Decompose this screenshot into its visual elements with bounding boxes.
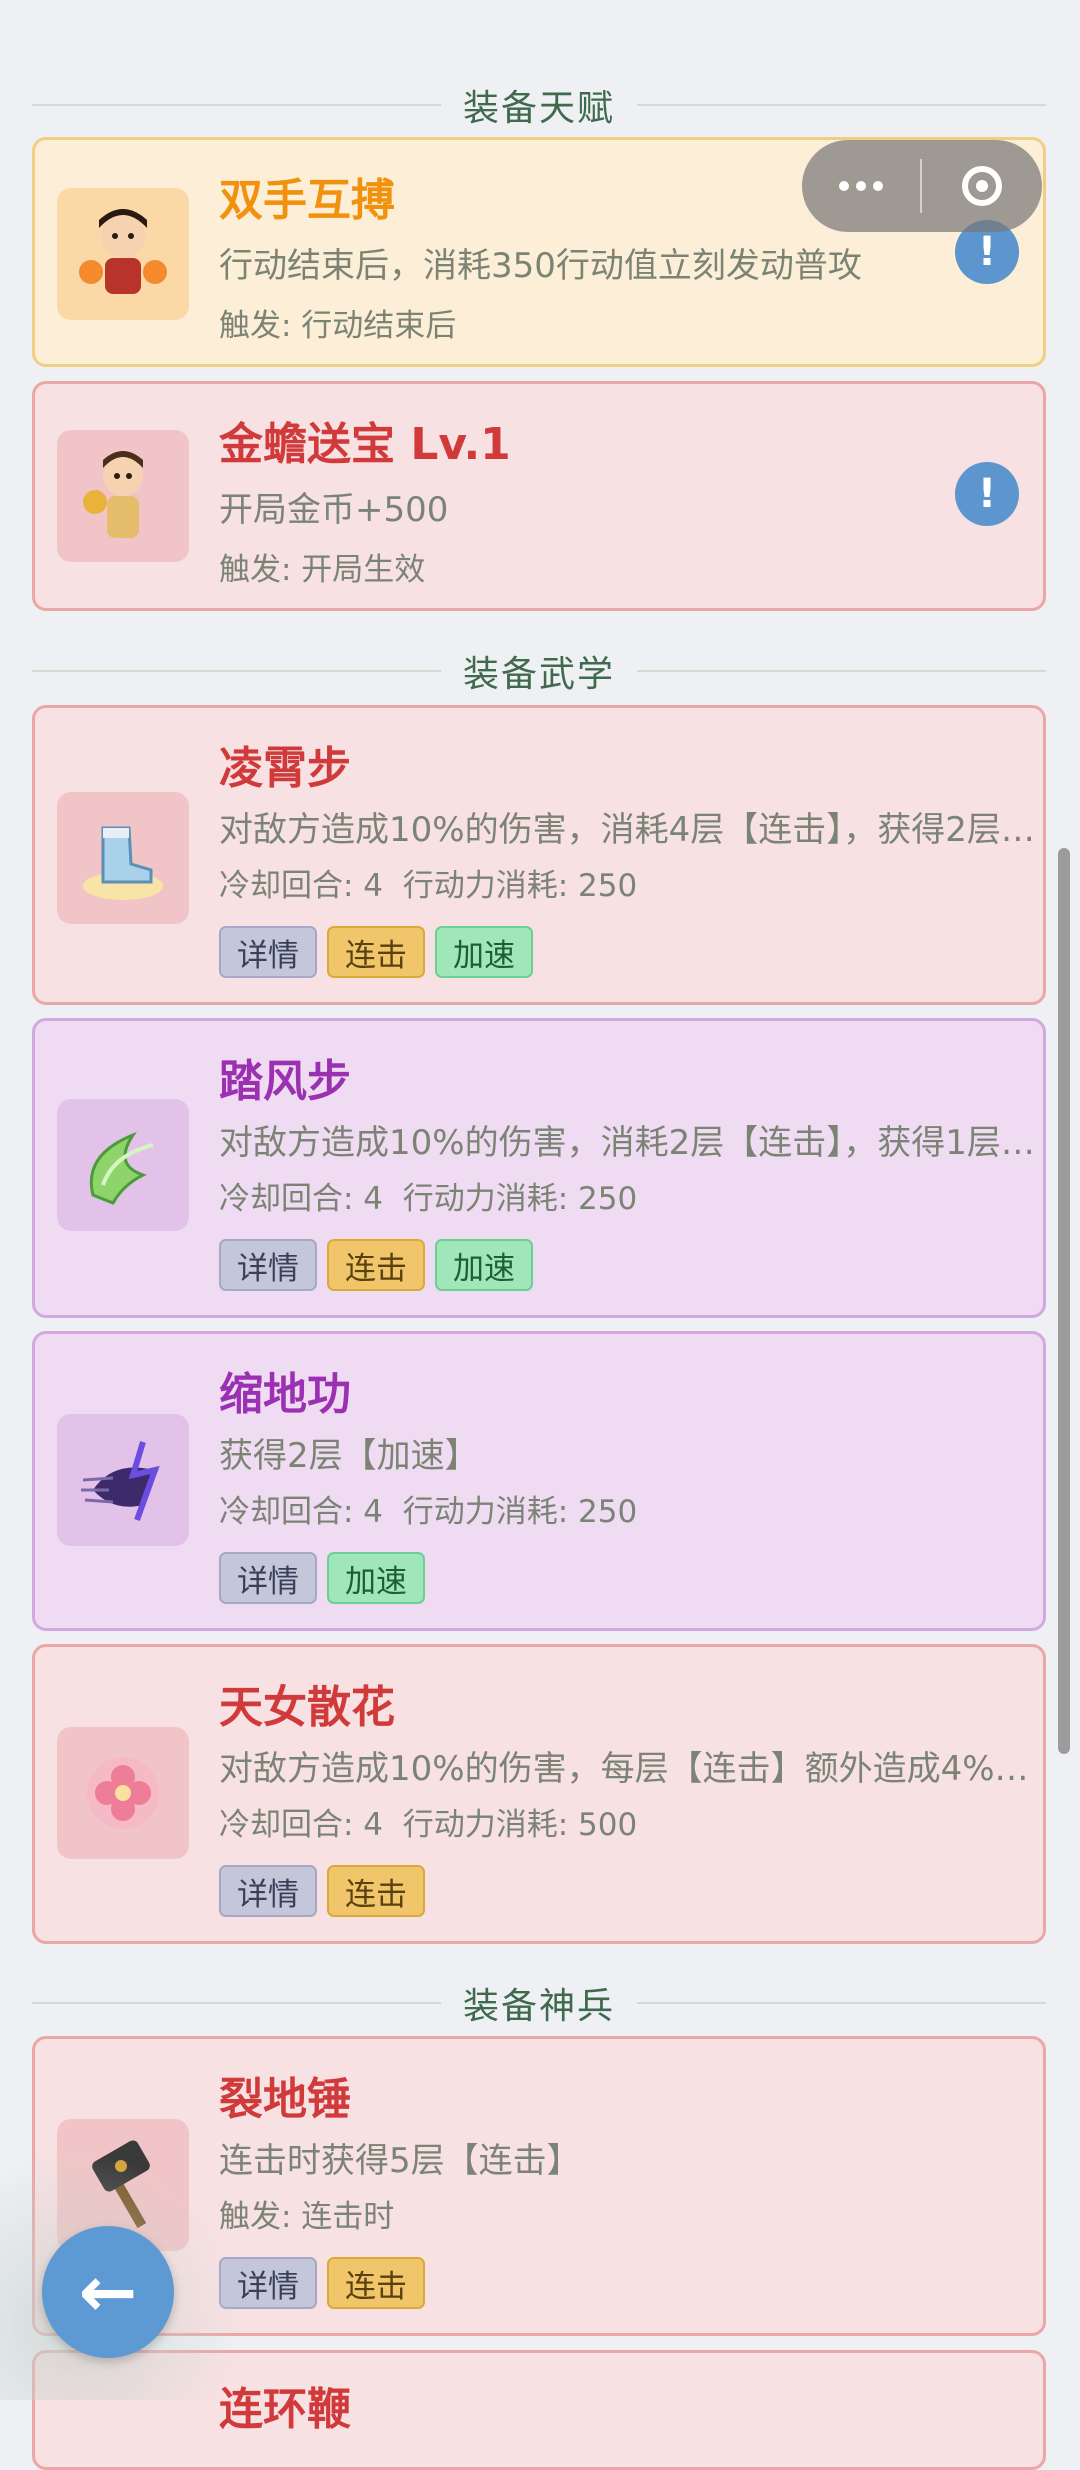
skill-title: 凌霄步 <box>219 743 351 794</box>
talent-title: 双手互搏 <box>219 175 395 226</box>
close-miniprogram-icon[interactable] <box>922 166 1042 206</box>
skill-cost: 行动力消耗: 500 <box>402 1807 638 1843</box>
character-avatar <box>57 430 189 562</box>
character-avatar <box>57 188 189 320</box>
back-arrow-icon[interactable]: ← <box>42 2226 174 2358</box>
skill-icon-frame <box>57 1414 189 1546</box>
section-title: 装备天赋 <box>463 88 616 129</box>
divider <box>32 2002 441 2004</box>
skill-tags: 详情 连击 加速 <box>219 926 533 978</box>
scrollbar[interactable] <box>1058 848 1070 1754</box>
divider <box>32 670 441 672</box>
talent-trigger: 触发: 开局生效 <box>219 552 426 588</box>
skill-description: 对敌方造成10%的伤害，消耗2层【连击】，获得1层【加速】 <box>219 1123 1059 1163</box>
divider <box>637 670 1047 672</box>
section-header-martial: 装备武学 <box>32 647 1047 695</box>
warrior-icon <box>79 209 167 294</box>
skill-icon-frame <box>57 1099 189 1231</box>
speed-tag[interactable]: 加速 <box>327 1552 425 1604</box>
detail-tag[interactable]: 详情 <box>219 926 317 978</box>
skill-description: 获得2层【加速】 <box>219 1436 479 1476</box>
talent-title: 金蟾送宝 Lv.1 <box>219 419 511 470</box>
divider <box>637 104 1047 106</box>
weapon-trigger: 触发: 连击时 <box>219 2199 395 2235</box>
skill-tags: 详情 连击 <box>219 1865 425 1917</box>
combo-tag[interactable]: 连击 <box>327 2257 425 2309</box>
skill-card[interactable]: 天女散花 对敌方造成10%的伤害，每层【连击】额外造成4%的伤害 冷却回合: 4… <box>32 1644 1059 1944</box>
section-header-weapon: 装备神兵 <box>32 1979 1047 2027</box>
skill-card[interactable]: 凌霄步 对敌方造成10%的伤害，消耗4层【连击】，获得2层【加速】 冷却回合: … <box>32 705 1059 1005</box>
skill-cooldown: 冷却回合: 4 <box>219 1494 384 1530</box>
skill-cost: 行动力消耗: 250 <box>402 1494 638 1530</box>
detail-tag[interactable]: 详情 <box>219 1239 317 1291</box>
talent-trigger: 触发: 行动结束后 <box>219 308 457 344</box>
talent-description: 开局金币+500 <box>219 490 449 530</box>
skill-stats: 冷却回合: 4 行动力消耗: 500 <box>219 1799 637 1844</box>
section-title: 装备神兵 <box>463 1986 616 2027</box>
skill-description: 对敌方造成10%的伤害，消耗4层【连击】，获得2层【加速】 <box>219 810 1059 850</box>
skill-icon-frame <box>57 1727 189 1859</box>
detail-tag[interactable]: 详情 <box>219 1552 317 1604</box>
section-title: 装备武学 <box>463 654 616 695</box>
wind-step-icon <box>89 1131 154 1205</box>
skill-title: 天女散花 <box>219 1682 395 1733</box>
skill-cost: 行动力消耗: 250 <box>402 1181 638 1217</box>
skill-stats: 冷却回合: 4 行动力消耗: 250 <box>219 1486 637 1531</box>
skill-stats: 冷却回合: 4 行动力消耗: 250 <box>219 1173 637 1218</box>
section-header-talent: 装备天赋 <box>32 81 1047 129</box>
divider <box>32 104 441 106</box>
skill-cooldown: 冷却回合: 4 <box>219 1807 384 1843</box>
skill-cooldown: 冷却回合: 4 <box>219 1181 384 1217</box>
weapon-title: 裂地锤 <box>219 2074 351 2125</box>
golden-toad-icon <box>83 451 143 538</box>
skill-cost: 行动力消耗: 250 <box>402 868 638 904</box>
skill-tags: 详情 连击 加速 <box>219 1239 533 1291</box>
skill-title: 踏风步 <box>219 1056 351 1107</box>
info-icon[interactable]: ! <box>955 462 1019 526</box>
skill-icon-frame <box>57 792 189 924</box>
divider <box>637 2002 1047 2004</box>
skill-card[interactable]: 缩地功 获得2层【加速】 冷却回合: 4 行动力消耗: 250 详情 加速 <box>32 1331 1046 1631</box>
screen: 装备天赋 双手互搏 行动结束后，消耗350行动值立刻发动普攻 触发: 行动结束后… <box>0 0 1080 2470</box>
talent-card[interactable]: 金蟾送宝 Lv.1 开局金币+500 触发: 开局生效 ! <box>32 381 1046 611</box>
speed-tag[interactable]: 加速 <box>435 1239 533 1291</box>
combo-tag[interactable]: 连击 <box>327 1865 425 1917</box>
skill-card[interactable]: 踏风步 对敌方造成10%的伤害，消耗2层【连击】，获得1层【加速】 冷却回合: … <box>32 1018 1059 1318</box>
weapon-tags: 详情 连击 <box>219 2257 425 2309</box>
skill-title: 缩地功 <box>219 1369 351 1420</box>
combo-tag[interactable]: 连击 <box>327 926 425 978</box>
combo-tag[interactable]: 连击 <box>327 1239 425 1291</box>
skill-description: 对敌方造成10%的伤害，每层【连击】额外造成4%的伤害 <box>219 1749 1059 1789</box>
weapon-description: 连击时获得5层【连击】 <box>219 2141 581 2181</box>
skill-tags: 详情 加速 <box>219 1552 425 1604</box>
shadow-dash-icon <box>81 1441 160 1522</box>
detail-tag[interactable]: 详情 <box>219 1865 317 1917</box>
skill-stats: 冷却回合: 4 行动力消耗: 250 <box>219 860 637 905</box>
miniprogram-capsule <box>802 140 1042 232</box>
flower-icon <box>87 1757 159 1829</box>
skill-cooldown: 冷却回合: 4 <box>219 868 384 904</box>
more-menu-icon[interactable] <box>802 181 920 191</box>
cloud-boot-icon <box>83 826 163 900</box>
talent-description: 行动结束后，消耗350行动值立刻发动普攻 <box>219 246 862 286</box>
speed-tag[interactable]: 加速 <box>435 926 533 978</box>
